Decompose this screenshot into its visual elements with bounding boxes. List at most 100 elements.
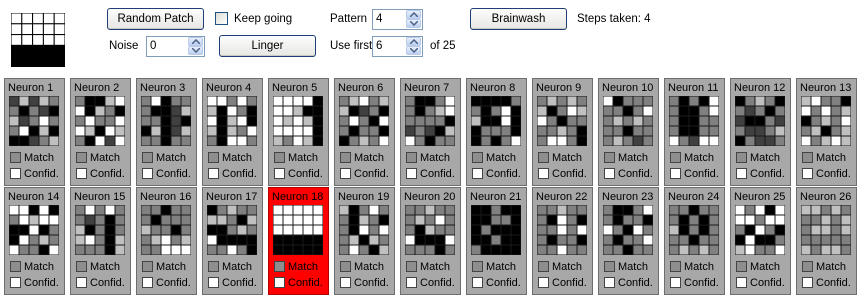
weight-cell bbox=[840, 224, 851, 236]
weight-cell bbox=[546, 214, 558, 226]
weight-cell bbox=[480, 115, 492, 127]
weight-cell bbox=[471, 205, 482, 216]
weight-cell bbox=[302, 115, 314, 127]
weight-cell bbox=[678, 205, 690, 216]
weight-cell bbox=[226, 205, 238, 216]
weight-cell bbox=[603, 96, 614, 107]
weight-cell bbox=[348, 115, 360, 127]
confid-label: Confid. bbox=[222, 276, 257, 289]
weight-cell bbox=[38, 115, 50, 127]
pattern-down-arrow-icon[interactable] bbox=[406, 19, 421, 28]
match-label: Match bbox=[156, 151, 186, 164]
linger-button[interactable]: Linger bbox=[219, 35, 316, 57]
weight-cell bbox=[94, 96, 106, 107]
weight-cell bbox=[358, 135, 370, 146]
weight-cell bbox=[94, 234, 106, 246]
neuron-weight-grid bbox=[603, 205, 653, 255]
confid-lamp-icon bbox=[208, 168, 219, 179]
weight-cell bbox=[840, 135, 851, 146]
weight-cell bbox=[150, 234, 162, 246]
noise-spinner[interactable]: 0 bbox=[146, 36, 205, 57]
weight-cell bbox=[104, 234, 116, 246]
weight-cell bbox=[180, 105, 191, 117]
match-label: Match bbox=[750, 151, 780, 164]
weight-cell bbox=[480, 224, 492, 236]
weight-cell bbox=[434, 224, 446, 236]
neuron-weight-grid bbox=[273, 205, 323, 255]
neuron-title: Neuron 16 bbox=[140, 191, 192, 203]
weight-cell bbox=[566, 224, 578, 236]
confid-indicator: Confid. bbox=[142, 167, 191, 180]
use-first-down-arrow-icon[interactable] bbox=[406, 46, 421, 55]
weight-cell bbox=[510, 105, 521, 117]
match-indicator: Match bbox=[736, 151, 780, 164]
weight-cell bbox=[226, 214, 238, 226]
pattern-up-arrow-icon[interactable] bbox=[406, 10, 421, 19]
weight-cell bbox=[490, 115, 502, 127]
weight-cell bbox=[480, 205, 492, 216]
weight-cell bbox=[754, 115, 766, 127]
weight-cell bbox=[566, 105, 578, 117]
weight-cell bbox=[500, 125, 512, 137]
neuron-card: Neuron 1 Match Confid. bbox=[4, 78, 65, 186]
match-indicator: Match bbox=[670, 260, 714, 273]
weight-cell bbox=[160, 125, 172, 137]
weight-cell bbox=[556, 234, 568, 246]
weight-cell bbox=[622, 105, 634, 117]
weight-cell bbox=[226, 135, 238, 146]
weight-cell bbox=[114, 115, 125, 127]
input-cell bbox=[21, 13, 34, 25]
weight-cell bbox=[18, 214, 30, 226]
weight-cell bbox=[75, 244, 86, 255]
noise-down-arrow-icon[interactable] bbox=[188, 46, 203, 55]
weight-cell bbox=[510, 125, 521, 137]
weight-cell bbox=[9, 96, 20, 107]
keep-going-checkbox[interactable] bbox=[215, 12, 228, 25]
use-first-value: 6 bbox=[376, 40, 383, 52]
weight-cell bbox=[150, 135, 162, 146]
weight-cell bbox=[414, 125, 426, 137]
weight-cell bbox=[642, 115, 653, 127]
weight-cell bbox=[405, 214, 416, 226]
match-label: Match bbox=[90, 151, 120, 164]
weight-cell bbox=[612, 205, 624, 216]
input-cell bbox=[11, 44, 23, 57]
weight-cell bbox=[471, 105, 482, 117]
noise-up-arrow-icon[interactable] bbox=[188, 37, 203, 46]
weight-cell bbox=[84, 234, 96, 246]
weight-cell bbox=[358, 105, 370, 117]
weight-cell bbox=[480, 214, 492, 226]
weight-cell bbox=[424, 234, 436, 246]
weight-cell bbox=[312, 224, 323, 236]
pattern-spinner[interactable]: 4 bbox=[372, 9, 423, 30]
confid-label: Confid. bbox=[156, 167, 191, 180]
use-first-up-arrow-icon[interactable] bbox=[406, 37, 421, 46]
match-label: Match bbox=[618, 260, 648, 273]
use-first-spinner[interactable]: 6 bbox=[372, 36, 423, 57]
keep-going-label: Keep going bbox=[234, 13, 293, 25]
brainwash-button[interactable]: Brainwash bbox=[470, 8, 567, 30]
weight-cell bbox=[546, 125, 558, 137]
weight-cell bbox=[18, 135, 30, 146]
weight-cell bbox=[774, 205, 785, 216]
weight-cell bbox=[38, 234, 50, 246]
weight-cell bbox=[744, 234, 756, 246]
match-indicator: Match bbox=[274, 260, 318, 273]
weight-cell bbox=[490, 125, 502, 137]
weight-cell bbox=[688, 214, 700, 226]
weight-cell bbox=[556, 205, 568, 216]
input-cell bbox=[21, 23, 34, 36]
weight-cell bbox=[226, 105, 238, 117]
weight-cell bbox=[207, 205, 218, 216]
weight-cell bbox=[632, 214, 644, 226]
weight-cell bbox=[810, 96, 822, 107]
weight-cell bbox=[774, 224, 785, 236]
weight-cell bbox=[434, 205, 446, 216]
weight-cell bbox=[84, 214, 96, 226]
weight-cell bbox=[698, 105, 710, 117]
weight-cell bbox=[84, 244, 96, 255]
weight-cell bbox=[84, 115, 96, 127]
random-patch-button[interactable]: Random Patch bbox=[107, 8, 204, 30]
match-indicator: Match bbox=[76, 151, 120, 164]
confid-label: Confid. bbox=[288, 276, 323, 289]
